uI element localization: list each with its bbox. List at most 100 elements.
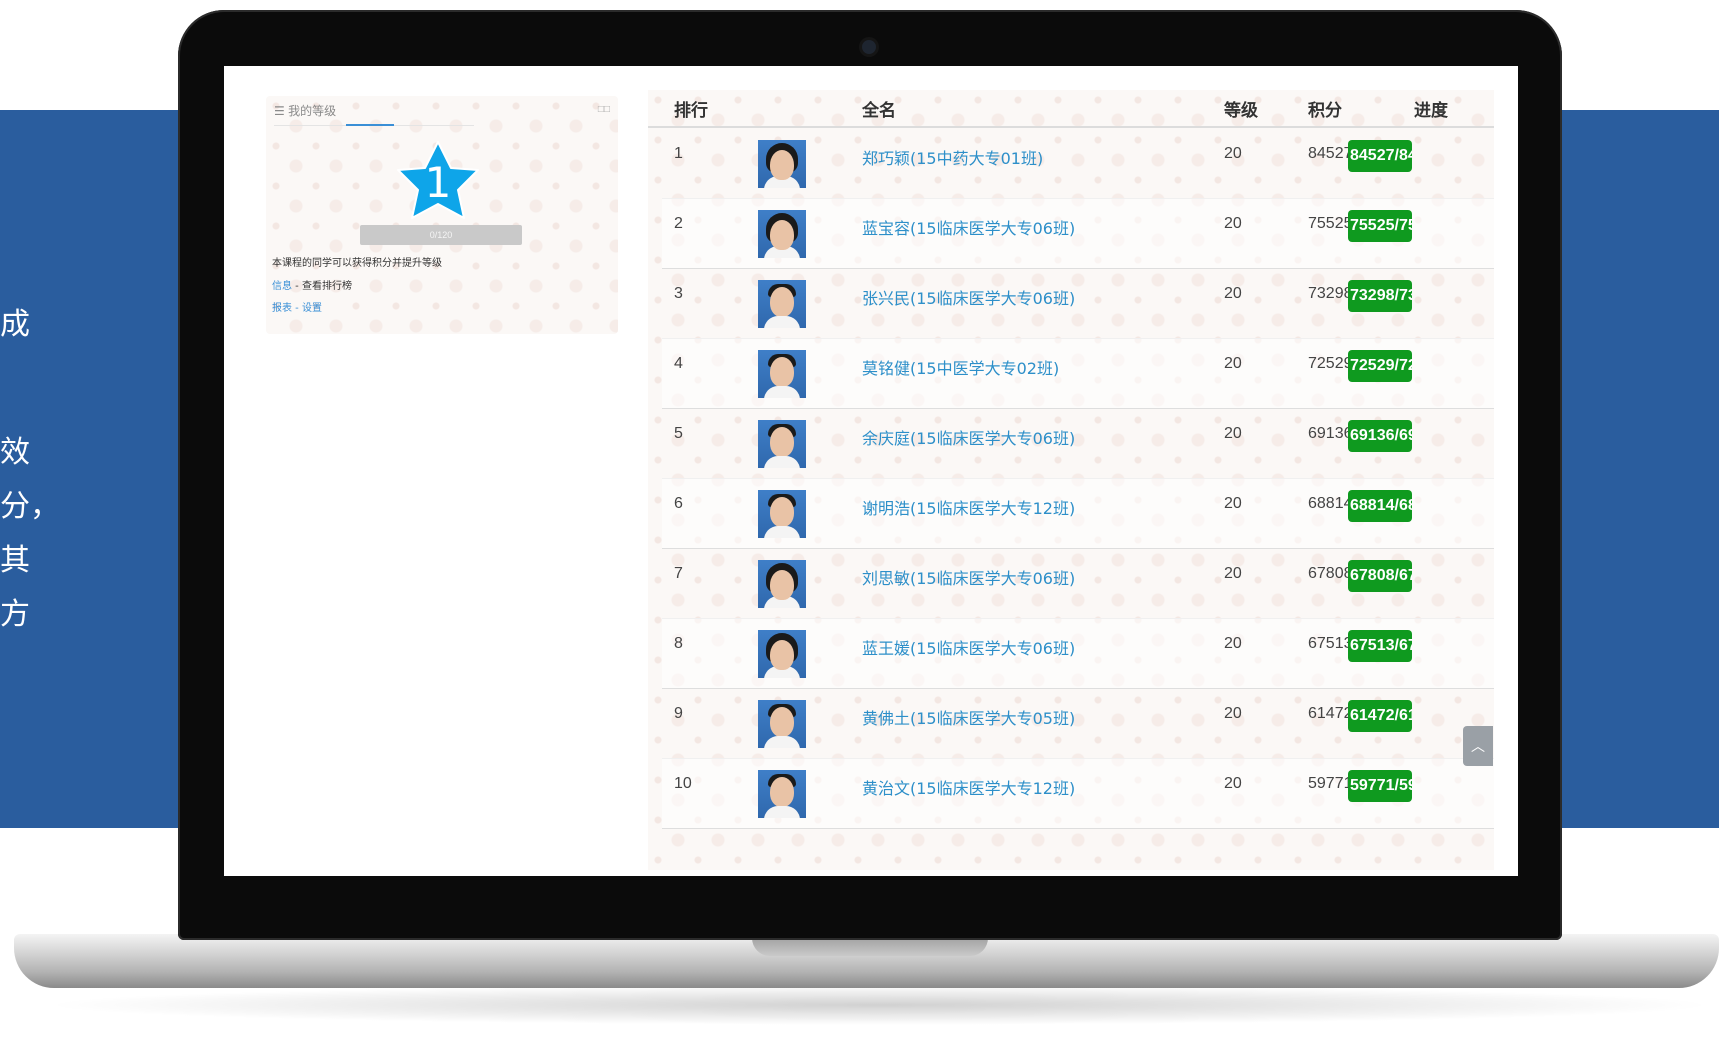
level-links-row-1: 信息 - 查看排行榜 [272, 277, 352, 292]
rank-cell: 1 [674, 145, 683, 162]
laptop-screen: ☰ 我的等级 □□ 1 0/120 本课程的同学可以获得积分并提升等级 信息 -… [224, 66, 1518, 876]
points-cell: 59771 [1308, 775, 1353, 792]
side-text-4: 其 [0, 543, 30, 578]
table-row: 4 莫铭健(15中医学大专02班) 20 72529 72529/72 [662, 338, 1494, 409]
student-name-link[interactable]: 余庆庭(15临床医学大专06班) [862, 425, 1075, 449]
level-card-title: 我的等级 [288, 104, 337, 118]
student-name-link[interactable]: 郑巧颖(15中药大专01班) [862, 145, 1043, 169]
table-row: 8 蓝王媛(15临床医学大专06班) 20 67513 67513/67 [662, 618, 1494, 689]
side-text-2: 效 [0, 435, 30, 470]
level-progress-bar: 0/120 [360, 225, 522, 245]
level-card: ☰ 我的等级 □□ 1 0/120 本课程的同学可以获得积分并提升等级 信息 -… [266, 96, 618, 334]
points-cell: 75525 [1308, 215, 1353, 232]
menu-icon: ☰ [274, 104, 289, 118]
rank-cell: 4 [674, 355, 683, 372]
points-cell: 61472 [1308, 705, 1353, 722]
progress-badge: 67808/67 [1348, 560, 1412, 592]
table-row: 1 郑巧颖(15中药大专01班) 20 84527 84527/84 [662, 128, 1494, 199]
rank-cell: 2 [674, 215, 683, 232]
header-points[interactable]: 积分 [1308, 96, 1342, 121]
points-cell: 67513 [1308, 635, 1353, 652]
progress-badge: 67513/67 [1348, 630, 1412, 662]
student-name-link[interactable]: 张兴民(15临床医学大专06班) [862, 285, 1075, 309]
table-row: 3 张兴民(15临床医学大专06班) 20 73298 73298/73 [662, 268, 1494, 339]
level-cell: 20 [1224, 705, 1242, 722]
side-text-3: 分， [0, 489, 60, 524]
level-cell: 20 [1224, 425, 1242, 442]
level-cell: 20 [1224, 775, 1242, 792]
level-cell: 20 [1224, 215, 1242, 232]
header-name[interactable]: 全名 [862, 96, 896, 121]
header-progress[interactable]: 进度 [1414, 96, 1448, 121]
avatar[interactable] [758, 560, 806, 608]
table-row: 10 黄治文(15临床医学大专12班) 20 59771 59771/59 [662, 758, 1494, 829]
student-name-link[interactable]: 黄治文(15临床医学大专12班) [862, 775, 1075, 799]
points-cell: 69136 [1308, 425, 1353, 442]
header-rank[interactable]: 排行 [674, 96, 708, 121]
level-card-header[interactable]: ☰ 我的等级 [274, 102, 336, 122]
camera-icon [862, 40, 876, 54]
progress-badge: 73298/73 [1348, 280, 1412, 312]
level-star-icon: 1 [396, 140, 480, 220]
table-header: 排行 全名 等级 积分 进度 [648, 90, 1494, 128]
table-row: 2 蓝宝容(15临床医学大专06班) 20 75525 75525/75 [662, 198, 1494, 269]
level-cell: 20 [1224, 565, 1242, 582]
card-window-icons[interactable]: □□ [598, 104, 610, 115]
card-tab-indicator [346, 124, 394, 126]
level-cell: 20 [1224, 355, 1242, 372]
rank-cell: 5 [674, 425, 683, 442]
avatar[interactable] [758, 210, 806, 258]
table-row: 6 谢明浩(15临床医学大专12班) 20 68814 68814/68 [662, 478, 1494, 549]
level-cell: 20 [1224, 145, 1242, 162]
level-cell: 20 [1224, 495, 1242, 512]
student-name-link[interactable]: 蓝王媛(15临床医学大专06班) [862, 635, 1075, 659]
leaderboard-text: - 查看排行榜 [292, 281, 352, 292]
avatar[interactable] [758, 280, 806, 328]
avatar[interactable] [758, 700, 806, 748]
rank-cell: 7 [674, 565, 683, 582]
progress-badge: 84527/84 [1348, 140, 1412, 172]
laptop-shadow [40, 985, 1719, 1025]
student-name-link[interactable]: 黄佛土(15临床医学大专05班) [862, 705, 1075, 729]
rank-cell: 6 [674, 495, 683, 512]
avatar[interactable] [758, 350, 806, 398]
points-cell: 84527 [1308, 145, 1353, 162]
level-number: 1 [424, 158, 452, 207]
avatar[interactable] [758, 490, 806, 538]
report-settings-link[interactable]: 报表 - 设置 [272, 299, 322, 314]
rank-cell: 8 [674, 635, 683, 652]
scroll-to-top-button[interactable]: ︿ [1463, 726, 1493, 766]
side-text-1: 成 [0, 307, 30, 342]
student-name-link[interactable]: 刘思敏(15临床医学大专06班) [862, 565, 1075, 589]
rank-cell: 10 [674, 775, 692, 792]
avatar[interactable] [758, 770, 806, 818]
student-name-link[interactable]: 谢明浩(15临床医学大专12班) [862, 495, 1075, 519]
header-level[interactable]: 等级 [1224, 96, 1258, 121]
ranking-table: 排行 全名 等级 积分 进度 1 郑巧颖(15中药大专01班) 20 84527… [648, 90, 1494, 870]
progress-badge: 59771/59 [1348, 770, 1412, 802]
progress-badge: 69136/69 [1348, 420, 1412, 452]
rank-cell: 3 [674, 285, 683, 302]
points-cell: 73298 [1308, 285, 1353, 302]
avatar[interactable] [758, 420, 806, 468]
level-cell: 20 [1224, 635, 1242, 652]
points-cell: 67808 [1308, 565, 1353, 582]
rank-cell: 9 [674, 705, 683, 722]
student-name-link[interactable]: 蓝宝容(15临床医学大专06班) [862, 215, 1075, 239]
table-row: 5 余庆庭(15临床医学大专06班) 20 69136 69136/69 [662, 408, 1494, 479]
table-row: 7 刘思敏(15临床医学大专06班) 20 67808 67808/67 [662, 548, 1494, 619]
progress-badge: 75525/75 [1348, 210, 1412, 242]
info-link[interactable]: 信息 [272, 281, 292, 292]
avatar[interactable] [758, 140, 806, 188]
student-name-link[interactable]: 莫铭健(15中医学大专02班) [862, 355, 1059, 379]
level-cell: 20 [1224, 285, 1242, 302]
level-description: 本课程的同学可以获得积分并提升等级 [272, 258, 442, 269]
points-cell: 72529 [1308, 355, 1353, 372]
progress-badge: 72529/72 [1348, 350, 1412, 382]
chevron-up-icon: ︿ [1471, 738, 1485, 754]
avatar[interactable] [758, 630, 806, 678]
points-cell: 68814 [1308, 495, 1353, 512]
side-text-5: 方 [0, 597, 30, 632]
progress-badge: 68814/68 [1348, 490, 1412, 522]
table-row: 9 黄佛土(15临床医学大专05班) 20 61472 61472/61 [662, 688, 1494, 759]
